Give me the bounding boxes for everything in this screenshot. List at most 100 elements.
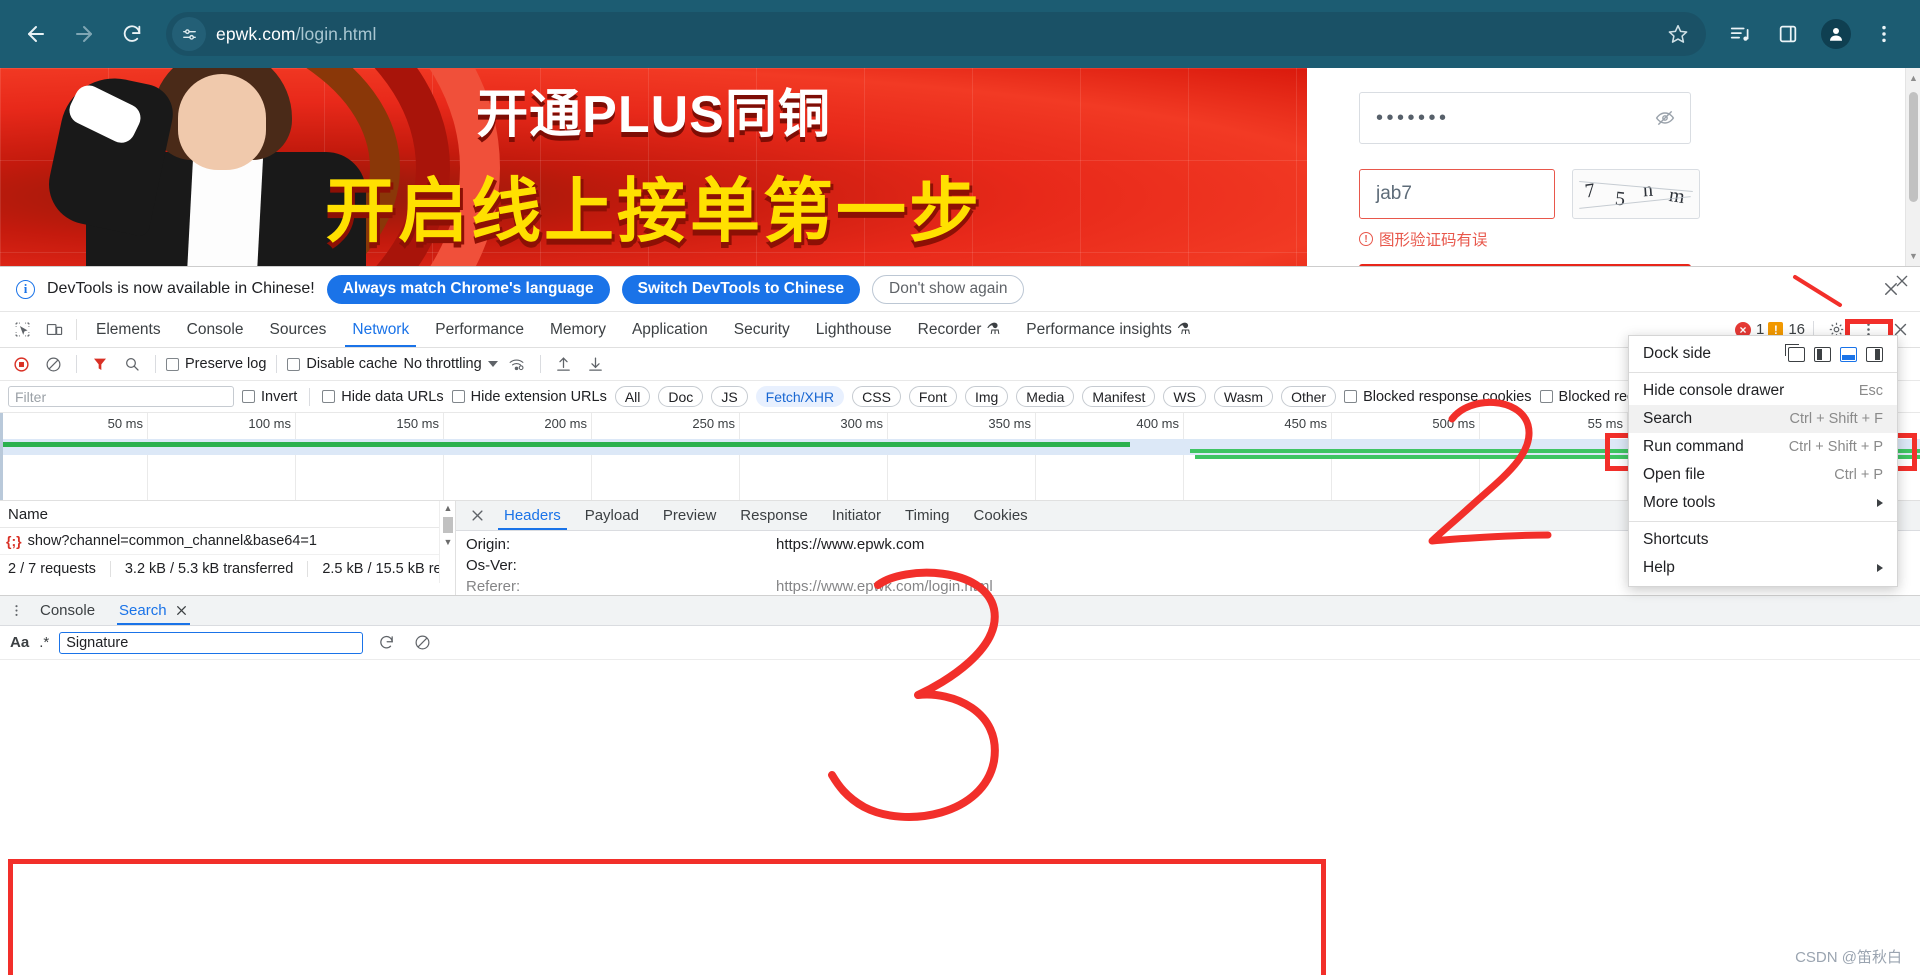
media-control-button[interactable] <box>1718 12 1762 56</box>
record-button[interactable] <box>8 351 34 377</box>
throttling-select[interactable]: No throttling <box>403 356 481 372</box>
filter-chip-other[interactable]: Other <box>1281 386 1337 407</box>
back-button[interactable] <box>14 12 58 56</box>
password-field[interactable]: ••••••• <box>1359 92 1691 144</box>
dock-left-icon[interactable] <box>1814 346 1831 362</box>
filter-chip-ws[interactable]: WS <box>1163 386 1206 407</box>
bookmark-button[interactable] <box>1658 14 1698 54</box>
always-match-language-button[interactable]: Always match Chrome's language <box>326 274 610 304</box>
filter-chip-css[interactable]: CSS <box>852 386 901 407</box>
network-conditions-button[interactable] <box>504 351 530 377</box>
filter-chip-js[interactable]: JS <box>711 386 748 407</box>
search-input[interactable]: Signature <box>59 631 364 654</box>
inspect-element-button[interactable] <box>6 312 38 347</box>
tab-recorder[interactable]: Recorder ⚗ <box>905 312 1014 347</box>
timeline-left-handle[interactable] <box>0 413 3 500</box>
tab-performance[interactable]: Performance <box>422 312 537 347</box>
search-results-list[interactable] <box>0 660 1920 975</box>
filter-chip-all[interactable]: All <box>614 386 651 407</box>
menu-item-help[interactable]: Help <box>1629 554 1897 582</box>
captcha-input[interactable]: jab7 <box>1359 169 1555 219</box>
filter-chip-media[interactable]: Media <box>1016 386 1075 407</box>
forward-button[interactable] <box>62 12 106 56</box>
menu-item-search[interactable]: Search Ctrl + Shift + F <box>1629 405 1897 433</box>
undock-icon[interactable] <box>1785 343 1805 362</box>
menu-item-shortcuts[interactable]: Shortcuts <box>1629 526 1897 554</box>
filter-chip-fetch-xhr[interactable]: Fetch/XHR <box>755 386 845 407</box>
table-row[interactable]: {;} show?channel=common_channel&base64=1 <box>0 528 455 555</box>
menu-item-more-tools[interactable]: More tools <box>1629 489 1897 517</box>
invert-checkbox[interactable]: Invert <box>242 389 297 405</box>
hide-extension-urls-checkbox[interactable]: Hide extension URLs <box>451 389 607 405</box>
clear-network-log-button[interactable] <box>40 351 66 377</box>
tab-security[interactable]: Security <box>721 312 803 347</box>
tab-memory[interactable]: Memory <box>537 312 619 347</box>
hide-data-urls-checkbox[interactable]: Hide data URLs <box>322 389 444 405</box>
dock-bottom-icon[interactable] <box>1840 346 1857 362</box>
detail-tab-initiator[interactable]: Initiator <box>820 501 893 530</box>
close-icon[interactable] <box>175 604 188 617</box>
chrome-menu-button[interactable] <box>1862 12 1906 56</box>
refresh-search-button[interactable] <box>373 630 399 656</box>
toggle-filter-button[interactable] <box>87 351 113 377</box>
disable-cache-checkbox[interactable]: Disable cache <box>287 356 397 372</box>
scroll-up-icon[interactable]: ▲ <box>1906 70 1920 86</box>
switch-devtools-language-button[interactable]: Switch DevTools to Chinese <box>621 274 861 304</box>
drawer-more-options-button[interactable] <box>4 596 28 625</box>
filter-chip-img[interactable]: Img <box>964 386 1009 407</box>
address-bar[interactable]: epwk.com/login.html <box>166 12 1706 56</box>
detail-tab-response[interactable]: Response <box>728 501 820 530</box>
network-search-button[interactable] <box>119 351 145 377</box>
menu-item-hide-console-drawer[interactable]: Hide console drawer Esc <box>1629 377 1897 405</box>
dont-show-again-button[interactable]: Don't show again <box>872 274 1025 304</box>
clear-search-button[interactable] <box>409 630 435 656</box>
filter-chip-manifest[interactable]: Manifest <box>1082 386 1156 407</box>
tab-sources[interactable]: Sources <box>257 312 340 347</box>
filter-chip-doc[interactable]: Doc <box>658 386 704 407</box>
captcha-image[interactable]: 7 5 n m <box>1572 169 1700 219</box>
tab-application[interactable]: Application <box>619 312 721 347</box>
toggle-password-visibility-button[interactable] <box>1650 103 1680 133</box>
tab-console[interactable]: Console <box>174 312 257 347</box>
export-har-button[interactable] <box>583 351 609 377</box>
scroll-down-icon[interactable]: ▼ <box>1906 248 1920 264</box>
drawer-tab-console[interactable]: Console <box>28 596 107 625</box>
drawer-tab-search[interactable]: Search <box>107 596 200 625</box>
scrollbar-thumb[interactable] <box>1909 92 1918 202</box>
request-column-header[interactable]: Name <box>0 501 455 528</box>
side-panel-button[interactable] <box>1766 12 1810 56</box>
detail-tab-cookies[interactable]: Cookies <box>961 501 1039 530</box>
toggle-device-toolbar-button[interactable] <box>38 312 70 347</box>
regex-toggle[interactable]: .* <box>39 634 49 651</box>
tab-lighthouse[interactable]: Lighthouse <box>803 312 905 347</box>
blocked-response-cookies-checkbox[interactable]: Blocked response cookies <box>1344 389 1532 405</box>
tab-elements[interactable]: Elements <box>83 312 174 347</box>
site-settings-button[interactable] <box>172 17 206 51</box>
scrollbar-thumb[interactable] <box>442 517 453 533</box>
menu-item-open-file[interactable]: Open file Ctrl + P <box>1629 461 1897 489</box>
preserve-log-checkbox[interactable]: Preserve log <box>166 356 266 372</box>
detail-tab-preview[interactable]: Preview <box>651 501 728 530</box>
tab-network[interactable]: Network <box>339 312 422 347</box>
dock-right-icon[interactable] <box>1866 346 1883 362</box>
profile-button[interactable] <box>1814 12 1858 56</box>
close-detail-button[interactable] <box>462 501 492 530</box>
scroll-up-icon[interactable]: ▲ <box>440 501 456 515</box>
reload-button[interactable] <box>110 12 154 56</box>
detail-tab-payload[interactable]: Payload <box>573 501 651 530</box>
detail-tab-timing[interactable]: Timing <box>893 501 961 530</box>
detail-tab-headers[interactable]: Headers <box>492 501 573 530</box>
request-list-scrollbar[interactable]: ▲ ▼ <box>439 501 455 583</box>
menu-item-run-command[interactable]: Run command Ctrl + Shift + P <box>1629 433 1897 461</box>
import-har-button[interactable] <box>551 351 577 377</box>
network-filter-input[interactable]: Filter <box>8 386 234 407</box>
filter-chip-wasm[interactable]: Wasm <box>1213 386 1274 407</box>
page-scrollbar[interactable]: ▲ ▼ <box>1905 68 1920 266</box>
scroll-down-icon[interactable]: ▼ <box>440 535 456 549</box>
profile-avatar-icon <box>1830 28 1842 41</box>
match-case-toggle[interactable]: Aa <box>10 634 29 651</box>
close-drawer-button[interactable] <box>1894 273 1910 294</box>
filter-chip-font[interactable]: Font <box>908 386 957 407</box>
chevron-down-icon[interactable] <box>487 361 498 367</box>
tab-performance-insights[interactable]: Performance insights ⚗ <box>1013 312 1204 347</box>
